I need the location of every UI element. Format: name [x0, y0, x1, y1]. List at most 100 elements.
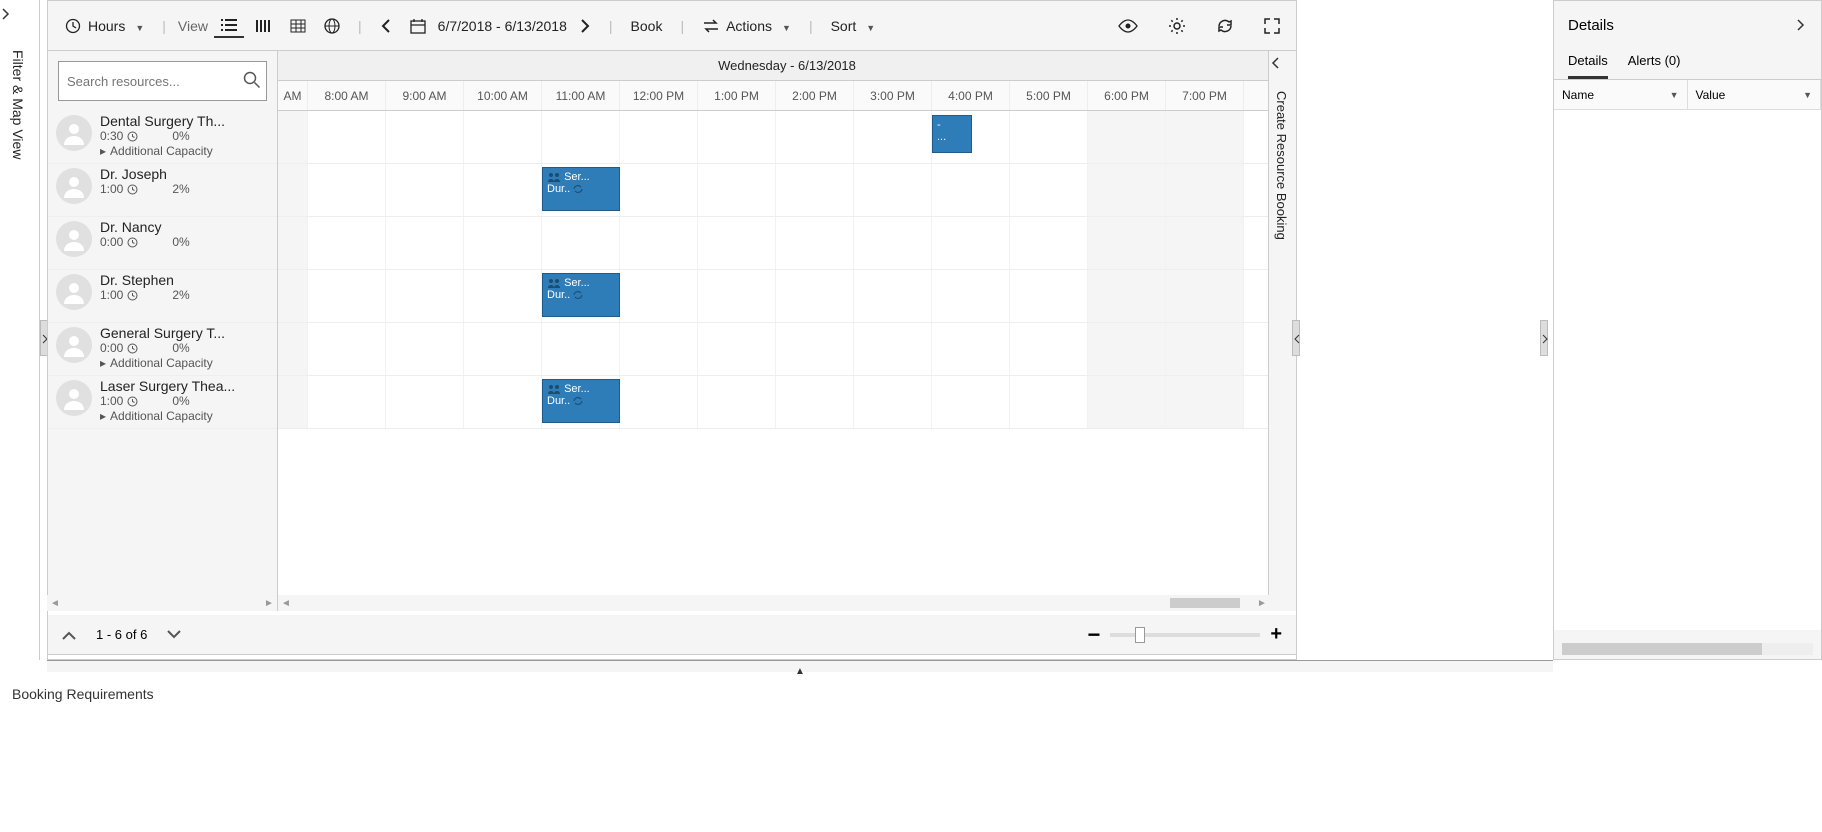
- timeline-cell[interactable]: [278, 217, 308, 269]
- timeline-cell[interactable]: [698, 164, 776, 216]
- booking-block[interactable]: -...: [932, 115, 972, 153]
- expand-filter-map-button[interactable]: [0, 0, 39, 28]
- timeline-cell[interactable]: [308, 323, 386, 375]
- timeline-cell[interactable]: [854, 217, 932, 269]
- timeline-cell[interactable]: [278, 164, 308, 216]
- resource-row[interactable]: General Surgery T...0:00 0%▸Additional C…: [48, 323, 277, 376]
- lower-panel-toggle[interactable]: ▲: [47, 660, 1553, 672]
- timeline-cell[interactable]: [620, 270, 698, 322]
- timeline-cell[interactable]: [776, 270, 854, 322]
- tab-alerts[interactable]: Alerts (0): [1628, 49, 1681, 79]
- timeline-cell[interactable]: [464, 111, 542, 163]
- sort-dropdown[interactable]: Sort: [825, 14, 882, 38]
- scroll-right-icon[interactable]: ►: [1254, 598, 1270, 609]
- timeline-cell[interactable]: [386, 111, 464, 163]
- timeline-cell[interactable]: [464, 270, 542, 322]
- timeline-cell[interactable]: [1088, 376, 1166, 428]
- timeline-cell[interactable]: [1088, 164, 1166, 216]
- view-grid-button[interactable]: [284, 15, 312, 37]
- resource-row[interactable]: Laser Surgery Thea...1:00 0%▸Additional …: [48, 376, 277, 429]
- hours-dropdown[interactable]: Hours: [58, 13, 150, 39]
- timeline-cell[interactable]: [278, 376, 308, 428]
- zoom-slider[interactable]: [1110, 633, 1260, 637]
- timeline-cell[interactable]: [1010, 217, 1088, 269]
- actions-dropdown[interactable]: Actions: [696, 13, 797, 39]
- timeline-cell[interactable]: [542, 111, 620, 163]
- settings-button[interactable]: [1162, 13, 1192, 39]
- scroll-right-icon[interactable]: ►: [261, 598, 277, 609]
- timeline-cell[interactable]: [464, 217, 542, 269]
- timeline-cell[interactable]: [1166, 164, 1244, 216]
- timeline-cell[interactable]: [776, 164, 854, 216]
- timeline-cell[interactable]: [308, 164, 386, 216]
- timeline-cell[interactable]: [1010, 111, 1088, 163]
- zoom-in-button[interactable]: +: [1270, 623, 1282, 646]
- timeline-cell[interactable]: [1010, 270, 1088, 322]
- timeline-cell[interactable]: [386, 217, 464, 269]
- timeline-cell[interactable]: [698, 111, 776, 163]
- timeline-cell[interactable]: [776, 217, 854, 269]
- timeline-cell[interactable]: [776, 323, 854, 375]
- fullscreen-button[interactable]: [1258, 13, 1286, 39]
- details-col-value[interactable]: Value: [1688, 80, 1822, 109]
- timeline-cell[interactable]: [278, 270, 308, 322]
- timeline-cell[interactable]: [620, 217, 698, 269]
- timeline-cell[interactable]: [278, 323, 308, 375]
- search-icon[interactable]: [243, 71, 261, 91]
- expand-tab-details[interactable]: [1540, 320, 1548, 356]
- timeline-cell[interactable]: [1010, 164, 1088, 216]
- timeline-cell[interactable]: [308, 376, 386, 428]
- timeline-hscroll[interactable]: ◄ ►: [278, 595, 1270, 611]
- timeline-cell[interactable]: [1166, 217, 1244, 269]
- timeline-cell[interactable]: [542, 323, 620, 375]
- scroll-thumb[interactable]: [1170, 598, 1240, 608]
- timeline-cell[interactable]: [698, 217, 776, 269]
- booking-block[interactable]: Ser...Dur..: [542, 273, 620, 317]
- timeline-cell[interactable]: [698, 323, 776, 375]
- search-input[interactable]: [67, 74, 243, 89]
- resource-row[interactable]: Dr. Stephen1:00 2%: [48, 270, 277, 323]
- timeline-cell[interactable]: [854, 323, 932, 375]
- timeline-row[interactable]: -...: [278, 111, 1296, 164]
- booking-block[interactable]: Ser...Dur..: [542, 379, 620, 423]
- timeline-cell[interactable]: [386, 323, 464, 375]
- collapse-create-button[interactable]: [1269, 51, 1296, 75]
- view-list-button[interactable]: [214, 14, 244, 38]
- timeline-cell[interactable]: [932, 217, 1010, 269]
- refresh-button[interactable]: [1210, 13, 1240, 39]
- timeline-cell[interactable]: [698, 270, 776, 322]
- timeline-cell[interactable]: [854, 164, 932, 216]
- timeline-cell[interactable]: [464, 376, 542, 428]
- timeline-cell[interactable]: [620, 376, 698, 428]
- timeline-cell[interactable]: [1088, 111, 1166, 163]
- timeline-cell[interactable]: [1010, 323, 1088, 375]
- caret-right-icon[interactable]: ▸: [100, 356, 106, 370]
- timeline-cell[interactable]: [1166, 111, 1244, 163]
- caret-right-icon[interactable]: ▸: [100, 409, 106, 423]
- timeline-cell[interactable]: [620, 111, 698, 163]
- timeline-cell[interactable]: [854, 270, 932, 322]
- details-col-name[interactable]: Name: [1554, 80, 1688, 109]
- timeline-cell[interactable]: [1166, 323, 1244, 375]
- scroll-thumb[interactable]: [1562, 643, 1762, 655]
- visibility-button[interactable]: [1112, 13, 1144, 39]
- timeline-cell[interactable]: [308, 111, 386, 163]
- tab-details[interactable]: Details: [1568, 49, 1608, 79]
- date-prev-button[interactable]: [374, 15, 398, 37]
- resource-hscroll[interactable]: ◄ ►: [47, 595, 277, 611]
- timeline-cell[interactable]: [542, 217, 620, 269]
- timeline-cell[interactable]: [308, 217, 386, 269]
- resource-row[interactable]: Dr. Nancy0:00 0%: [48, 217, 277, 270]
- resource-row[interactable]: Dr. Joseph1:00 2%: [48, 164, 277, 217]
- view-globe-button[interactable]: [318, 14, 346, 38]
- timeline-cell[interactable]: [854, 376, 932, 428]
- timeline-cell[interactable]: [464, 164, 542, 216]
- timeline-cell[interactable]: [1010, 376, 1088, 428]
- timeline-row[interactable]: Ser...Dur..: [278, 270, 1296, 323]
- timeline-cell[interactable]: [932, 323, 1010, 375]
- timeline-cell[interactable]: [620, 323, 698, 375]
- timeline-row[interactable]: [278, 323, 1296, 376]
- timeline-cell[interactable]: [776, 111, 854, 163]
- timeline-cell[interactable]: [932, 376, 1010, 428]
- timeline-row[interactable]: [278, 217, 1296, 270]
